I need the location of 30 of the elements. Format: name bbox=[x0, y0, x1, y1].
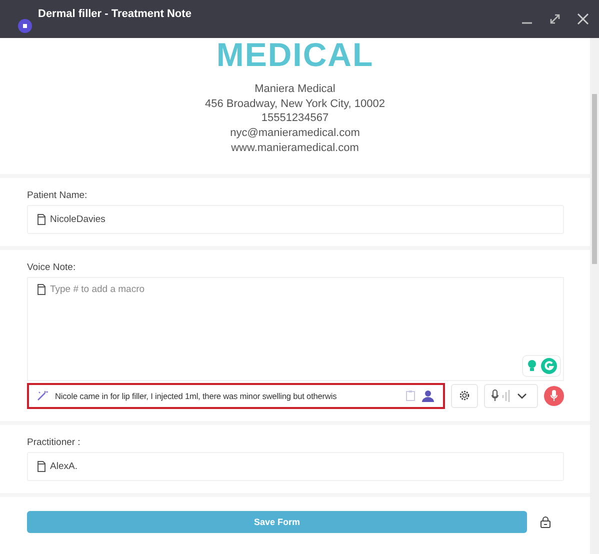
field-label: Patient Name: bbox=[27, 190, 88, 201]
document-icon bbox=[37, 214, 46, 225]
address-line: 15551234567 bbox=[261, 111, 329, 126]
close-icon[interactable] bbox=[577, 13, 589, 25]
text-field[interactable]: AlexA. bbox=[27, 452, 564, 481]
document-icon bbox=[37, 460, 46, 472]
address-line: nyc@manieramedical.com bbox=[230, 126, 360, 141]
logo-text: MEDICAL bbox=[216, 40, 374, 70]
window-title: Dermal filler - Treatment Note bbox=[38, 8, 192, 20]
clipboard-icon[interactable] bbox=[406, 390, 415, 402]
address-line: Maniera Medical bbox=[254, 82, 336, 97]
app-icon bbox=[18, 19, 32, 33]
microphone-icon bbox=[550, 390, 558, 402]
document-icon bbox=[37, 284, 46, 295]
address-line: www.manieramedical.com bbox=[231, 140, 359, 156]
scrollbar-thumb[interactable] bbox=[592, 94, 597, 264]
field-label: Practitioner : bbox=[27, 436, 82, 448]
record-button[interactable] bbox=[544, 386, 564, 406]
field-label: Voice Note: bbox=[27, 262, 77, 273]
microphone-select[interactable] bbox=[484, 384, 538, 408]
text-field[interactable]: NicoleDavies bbox=[27, 204, 564, 234]
person-icon[interactable] bbox=[422, 390, 435, 402]
gear-icon bbox=[459, 390, 470, 402]
expand-icon[interactable] bbox=[549, 13, 561, 25]
settings-button[interactable] bbox=[451, 384, 478, 408]
dictation-field[interactable]: Nicole came in for lip filler, I injected 1ml, there was minor swelling but otherwis bbox=[27, 382, 445, 409]
scrollbar[interactable] bbox=[590, 38, 599, 554]
magic-wand-icon bbox=[37, 390, 48, 402]
lock-icon[interactable] bbox=[540, 516, 551, 528]
address-line: 456 Broadway, New York City, 10002 bbox=[205, 96, 385, 112]
